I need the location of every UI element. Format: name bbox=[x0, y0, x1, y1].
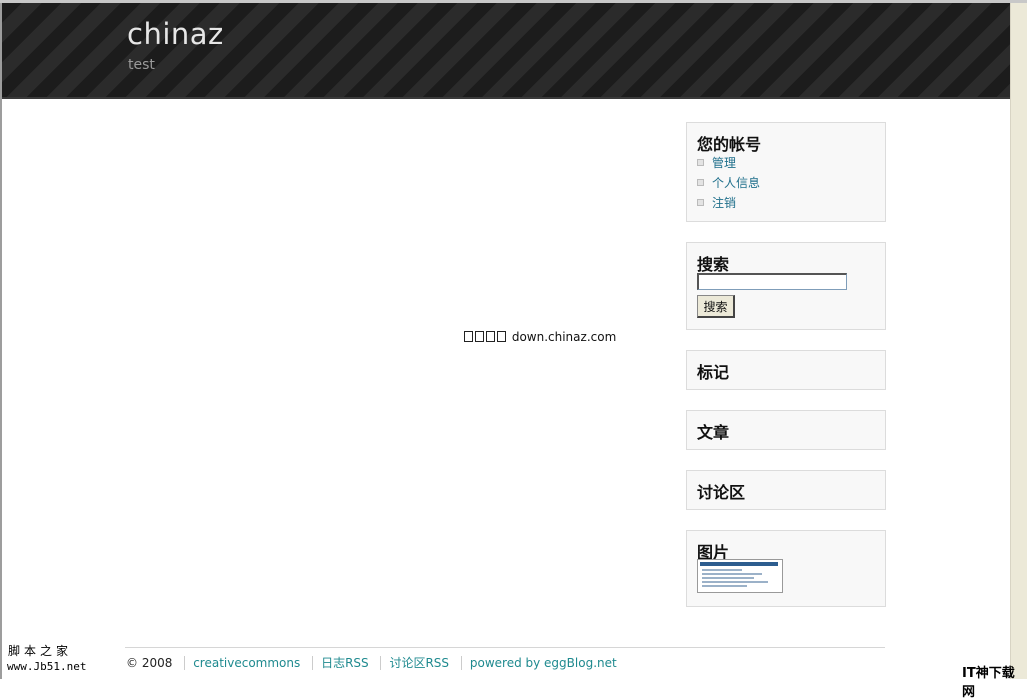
search-button[interactable]: 搜索 bbox=[697, 295, 735, 318]
search-widget: 搜索 搜索 bbox=[686, 242, 886, 330]
footer-link-forum-rss[interactable]: 讨论区RSS bbox=[389, 656, 449, 670]
site-subtitle: test bbox=[128, 57, 155, 73]
account-item-profile[interactable]: 个人信息 bbox=[697, 174, 760, 194]
account-item-logout[interactable]: 注销 bbox=[697, 194, 760, 214]
account-widget-title: 您的帐号 bbox=[697, 135, 762, 154]
account-widget: 您的帐号 管理 个人信息 注销 bbox=[686, 122, 886, 222]
bullet-icon bbox=[697, 199, 704, 206]
account-menu: 管理 个人信息 注销 bbox=[697, 154, 760, 214]
missing-glyph-icon bbox=[486, 331, 495, 342]
search-input[interactable] bbox=[697, 273, 847, 290]
bullet-icon bbox=[697, 179, 704, 186]
forum-widget-title: 讨论区 bbox=[697, 483, 746, 502]
window-left-border bbox=[0, 3, 2, 679]
images-widget: 图片 bbox=[686, 530, 886, 607]
center-text-label: down.chinaz.com bbox=[511, 330, 617, 344]
footer-link-powered-by[interactable]: powered by eggBlog.net bbox=[470, 656, 617, 670]
missing-glyph-icon bbox=[464, 331, 473, 342]
site-header: chinaz test bbox=[2, 3, 1010, 99]
tags-widget: 标记 bbox=[686, 350, 886, 390]
articles-widget: 文章 bbox=[686, 410, 886, 450]
bullet-icon bbox=[697, 159, 704, 166]
footer: © 2008 creativecommons 日志RSS 讨论区RSS powe… bbox=[126, 654, 625, 671]
watermark-left-top: 脚本之家 bbox=[8, 644, 73, 658]
footer-link-blog-rss[interactable]: 日志RSS bbox=[321, 656, 369, 670]
watermark-right: IT神下载网 bbox=[962, 666, 1015, 700]
account-item-manage[interactable]: 管理 bbox=[697, 154, 760, 174]
vertical-scrollbar[interactable] bbox=[1010, 3, 1027, 679]
footer-divider bbox=[125, 647, 885, 648]
image-thumbnail[interactable] bbox=[697, 559, 783, 593]
center-content-text: down.chinaz.com bbox=[464, 330, 616, 344]
site-title[interactable]: chinaz bbox=[127, 17, 224, 51]
footer-copyright: © 2008 bbox=[126, 656, 173, 670]
missing-glyph-icon bbox=[497, 331, 506, 342]
articles-widget-title: 文章 bbox=[697, 423, 730, 442]
tags-widget-title: 标记 bbox=[697, 363, 730, 382]
watermark-left-bottom: www.Jb51.net bbox=[7, 660, 87, 673]
search-widget-title: 搜索 bbox=[697, 255, 730, 274]
footer-link-creativecommons[interactable]: creativecommons bbox=[193, 656, 300, 670]
missing-glyph-icon bbox=[475, 331, 484, 342]
forum-widget: 讨论区 bbox=[686, 470, 886, 510]
